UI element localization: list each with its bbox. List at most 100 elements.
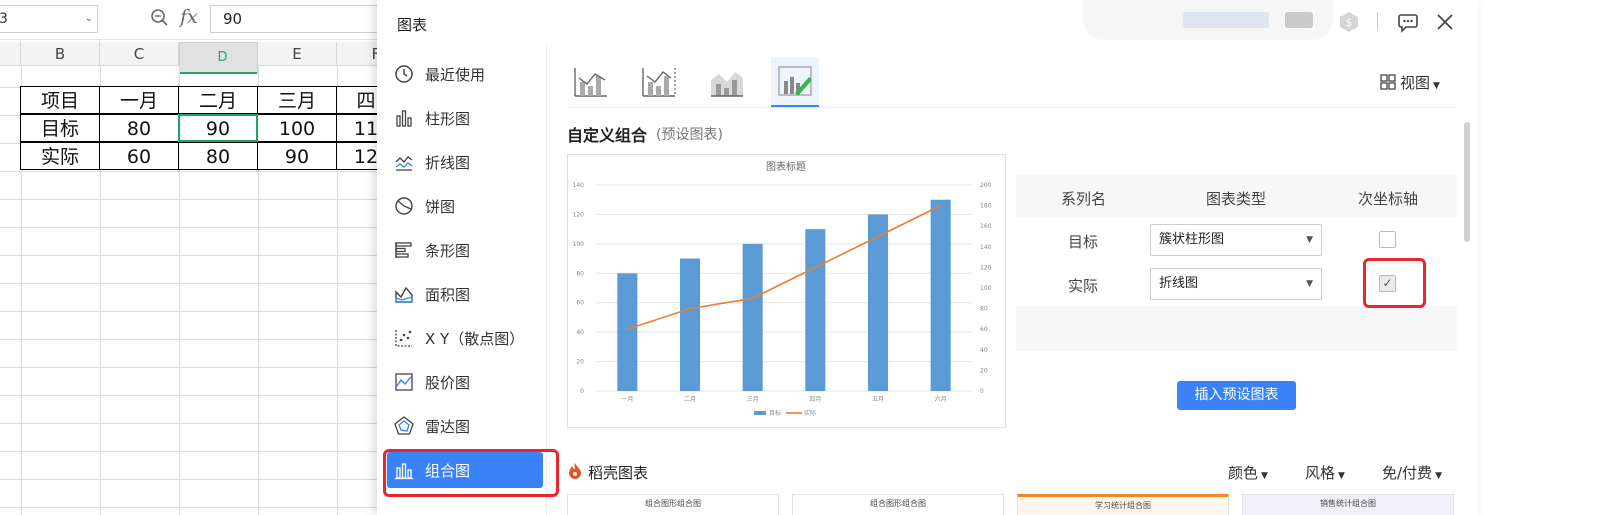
template-thumbnail[interactable]: 组合图形组合图 (792, 494, 1004, 515)
tab-combo-secondary-line[interactable] (635, 57, 683, 107)
y2-tick-label: 60 (980, 326, 988, 333)
sidebar-item-pie[interactable]: 饼图 (387, 188, 543, 224)
chevron-down-icon[interactable]: ⌄ (85, 6, 93, 32)
sidebar-item-label: 最近使用 (425, 65, 486, 84)
fx-icon[interactable]: fx (180, 6, 198, 28)
sidebar-item-stock[interactable]: 股价图 (387, 364, 543, 400)
close-icon[interactable] (1434, 11, 1456, 37)
cell[interactable]: 二月 (178, 86, 258, 114)
insert-preset-chart-button[interactable]: 插入预设图表 (1177, 381, 1296, 410)
x-tick-label: 六月 (935, 395, 947, 403)
caret-down-icon: ▼ (1338, 471, 1345, 481)
caret-down-icon: ▼ (1306, 235, 1313, 245)
sidebar-item-label: 面积图 (425, 285, 471, 304)
y2-tick-label: 40 (980, 347, 988, 354)
highlight-box (383, 449, 559, 497)
zoom-icon[interactable] (150, 8, 170, 33)
sidebar-item-radar[interactable]: 雷达图 (387, 408, 543, 444)
chart-preview: 图表标题 0 20 40 60 80 100 120 140 0 20 40 60 80 100 120 140… (567, 154, 1006, 428)
x-tick-label: 四月 (809, 396, 821, 403)
y-tick-label: 80 (576, 270, 584, 277)
clock-icon (393, 63, 415, 85)
pie-chart-icon (393, 195, 415, 217)
grid-view-icon (1380, 73, 1396, 94)
sidebar-item-label: 柱形图 (425, 109, 471, 128)
cell-grid[interactable]: 项目 一月 二月 三月 四 目标 80 90 100 11 实际 60 80 9… (0, 66, 390, 515)
y2-tick-label: 0 (980, 388, 984, 395)
sidebar-item-line[interactable]: 折线图 (387, 144, 543, 180)
name-box[interactable]: 3 ⌄ (0, 5, 98, 33)
divider (1377, 12, 1378, 30)
caret-down-icon: ▼ (1261, 471, 1268, 481)
sidebar-item-label: 饼图 (425, 197, 456, 216)
chart-type-sidebar: 最近使用 柱形图 折线图 饼图 条形图 面积图 X Y（散点图） 股价图 雷达图… (377, 46, 547, 515)
sidebar-item-column[interactable]: 柱形图 (387, 100, 543, 136)
y-tick-label: 20 (576, 359, 584, 366)
legend-label: 目标 (769, 409, 781, 417)
chart-dialog: 图表 $ 最近使用 柱形图 折线图 饼图 条形图 面积图 X Y（散点图） 股价… (377, 0, 1478, 515)
filter-price[interactable]: 免/付费 ▼ (1382, 462, 1442, 483)
y2-tick-label: 160 (980, 223, 992, 230)
x-tick-label: 五月 (872, 396, 884, 403)
chart-type-select[interactable]: 簇状柱形图 ▼ (1150, 224, 1322, 256)
y-tick-label: 60 (576, 300, 584, 307)
filter-style[interactable]: 风格 ▼ (1305, 462, 1345, 483)
caret-down-icon: ▼ (1433, 81, 1440, 91)
secondary-axis-checkbox[interactable] (1379, 231, 1396, 248)
section-subtitle: (预设图表) (656, 127, 723, 143)
template-thumbnail[interactable]: 组合图形组合图 (567, 494, 779, 515)
scatter-chart-icon (393, 327, 415, 349)
cell[interactable]: 三月 (257, 86, 337, 114)
col-header[interactable]: C (100, 42, 179, 66)
tab-combo-clustered-line[interactable] (567, 57, 615, 107)
col-header[interactable]: E (258, 42, 337, 66)
template-thumbnail[interactable]: 学习统计组合图 (1017, 494, 1229, 515)
bar (930, 199, 951, 391)
sidebar-item-scatter[interactable]: X Y（散点图） (387, 320, 543, 356)
column-headers: B C D E F (0, 42, 390, 74)
coin-icon[interactable]: $ (1338, 11, 1360, 37)
cell[interactable]: 一月 (99, 86, 179, 114)
legend-label: 实际 (804, 409, 816, 417)
y2-tick-label: 140 (980, 244, 992, 251)
scrollbar-thumb[interactable] (1464, 122, 1470, 242)
sidebar-item-recent[interactable]: 最近使用 (387, 56, 543, 92)
active-cell[interactable]: 90 (178, 114, 258, 142)
corner-cell[interactable] (0, 42, 21, 66)
y2-tick-label: 80 (980, 306, 988, 313)
chat-icon[interactable] (1397, 11, 1419, 37)
table-header: 图表类型 (1206, 190, 1267, 208)
cell[interactable]: 90 (257, 142, 337, 170)
col-header[interactable]: B (21, 42, 100, 66)
series-line (627, 204, 942, 330)
combo-subtype-icon (574, 68, 607, 97)
table-header: 系列名 (1061, 190, 1107, 208)
tab-divider (567, 107, 1457, 108)
cell[interactable]: 80 (178, 142, 258, 170)
table-header: 次坐标轴 (1358, 190, 1419, 208)
cell[interactable]: 目标 (20, 114, 100, 142)
view-dropdown[interactable]: 视图 ▼ (1380, 72, 1440, 94)
filter-color[interactable]: 颜色 ▼ (1228, 462, 1268, 483)
sidebar-item-label: 折线图 (425, 153, 471, 172)
chart-type-select[interactable]: 折线图 ▼ (1150, 268, 1322, 300)
sidebar-item-area[interactable]: 面积图 (387, 276, 543, 312)
tab-custom-combo[interactable] (771, 57, 819, 107)
bar (805, 229, 826, 391)
y-tick-label: 100 (573, 241, 585, 248)
cell[interactable]: 100 (257, 114, 337, 142)
bar-chart-icon (393, 239, 415, 261)
combo-chart: 图表标题 0 20 40 60 80 100 120 140 0 20 40 60 80 100 120 140… (573, 160, 992, 417)
template-thumbnail[interactable]: 销售统计组合图 (1242, 494, 1454, 515)
cell[interactable]: 60 (99, 142, 179, 170)
formula-input[interactable]: 90 (210, 5, 390, 33)
cell[interactable]: 项目 (20, 86, 100, 114)
cell[interactable]: 实际 (20, 142, 100, 170)
sidebar-item-bar[interactable]: 条形图 (387, 232, 543, 268)
series-name: 目标 (1067, 233, 1098, 251)
bar (742, 243, 763, 391)
tab-combo-area-column[interactable] (703, 57, 751, 107)
cell[interactable]: 80 (99, 114, 179, 142)
combo-subtype-icon (642, 68, 676, 97)
daoke-charts-title: 稻壳图表 (588, 464, 649, 482)
